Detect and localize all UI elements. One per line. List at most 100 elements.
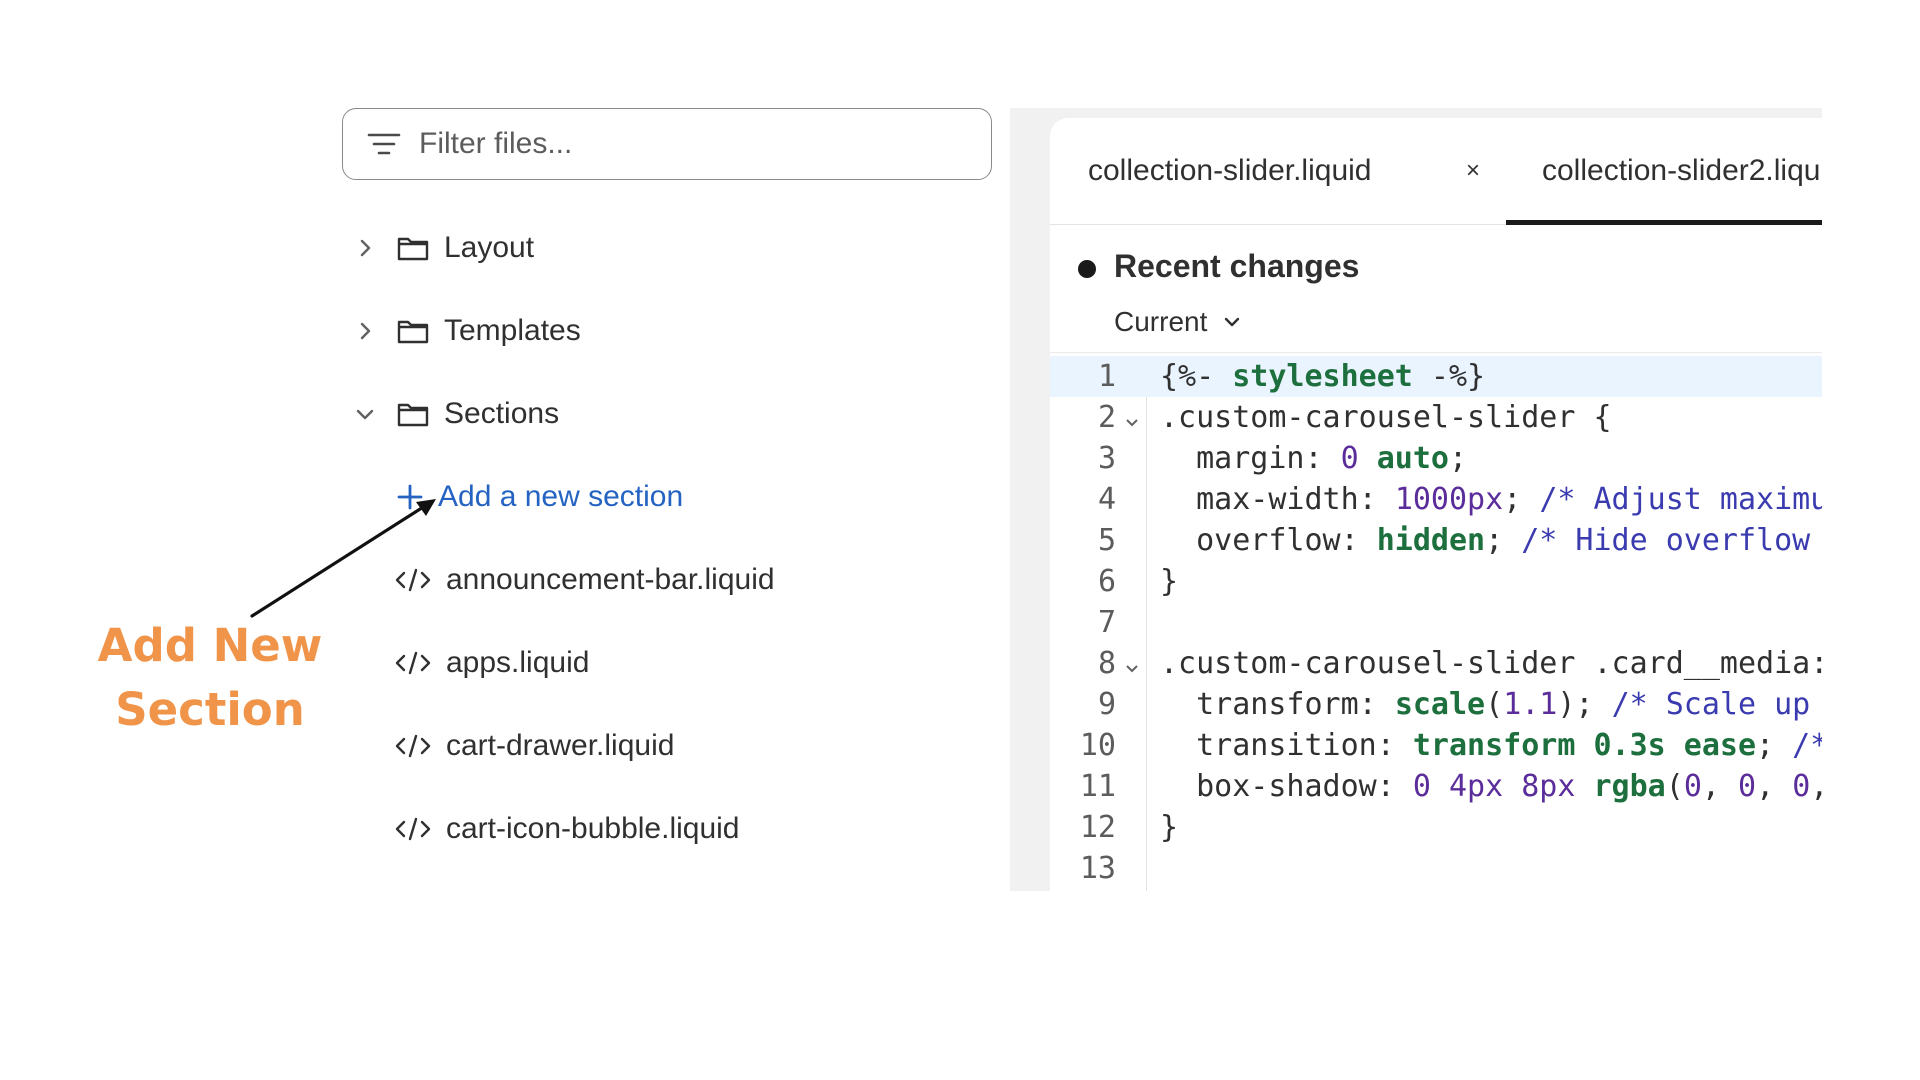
code-token: , — [1756, 769, 1793, 804]
code-token: 1000px — [1394, 482, 1504, 517]
code-text: } — [1160, 807, 1178, 848]
code-token: , — [1810, 769, 1822, 804]
file-item[interactable]: apps.liquid — [394, 633, 589, 693]
code-token: .custom-carousel-slider .card__media: — [1160, 646, 1822, 681]
file-name: cart-drawer.liquid — [446, 729, 675, 762]
code-text: } — [1160, 561, 1178, 602]
code-token: ; — [1503, 482, 1540, 517]
code-token: .custom-carousel-slider { — [1160, 400, 1612, 435]
recent-changes-title: Recent changes — [1114, 248, 1360, 284]
line-number: 12 — [1079, 810, 1116, 845]
code-token: -%} — [1412, 359, 1486, 394]
folder-sections[interactable]: Sections — [352, 384, 559, 444]
folder-label-layout: Layout — [444, 231, 535, 264]
line-number: 11 — [1079, 769, 1116, 804]
folder-icon — [397, 320, 429, 344]
code-token: transform 0.3s ease — [1412, 728, 1757, 763]
code-token: } — [1160, 564, 1179, 599]
file-name: apps.liquid — [446, 646, 590, 679]
code-token: 0 — [1738, 769, 1757, 804]
code-token: /* Adjust maximu — [1539, 482, 1822, 517]
version-dropdown[interactable]: Current — [1114, 306, 1243, 338]
code-token: ); — [1557, 687, 1612, 722]
code-text: box-shadow: 0 4px 8px rgba(0, 0, 0, — [1160, 766, 1822, 807]
line-number: 1 — [1097, 359, 1116, 394]
code-token: 0 — [1683, 769, 1702, 804]
code-token: 1.1 — [1503, 687, 1558, 722]
tab-collection-slider2[interactable]: collection-slider2.liquid — [1542, 118, 1822, 224]
code-line[interactable]: 9 transform: scale(1.1); /* Scale up — [1050, 684, 1822, 725]
folder-label-sections: Sections — [444, 397, 560, 430]
code-line[interactable]: 12} — [1050, 807, 1822, 848]
code-token: 0 4px 8px — [1412, 769, 1594, 804]
code-line[interactable]: 11 box-shadow: 0 4px 8px rgba(0, 0, 0, — [1050, 766, 1822, 807]
code-text: margin: 0 auto; — [1160, 438, 1467, 479]
code-token: auto — [1376, 441, 1449, 476]
code-token: /* — [1792, 728, 1822, 763]
tab-collection-slider[interactable]: collection-slider.liquid — [1088, 118, 1371, 224]
code-file-icon — [395, 651, 431, 675]
code-text: .custom-carousel-slider { — [1160, 397, 1612, 438]
file-item[interactable]: announcement-bar.liquid — [394, 550, 775, 610]
fold-chevron-icon[interactable] — [1124, 413, 1140, 429]
code-line[interactable]: 2 .custom-carousel-slider { — [1050, 397, 1822, 438]
chevron-right-icon — [360, 322, 371, 340]
filter-files-input-wrapper[interactable] — [342, 108, 992, 180]
code-token: max-width: — [1160, 482, 1395, 517]
tab-close-button[interactable]: × — [1466, 118, 1480, 224]
annotation-label: Add New Section — [92, 614, 328, 742]
close-icon: × — [1466, 157, 1481, 184]
chevron-down-icon — [356, 409, 374, 420]
code-token: /* Hide overflow — [1521, 523, 1811, 558]
code-token: stylesheet — [1232, 359, 1413, 394]
code-text: {%- stylesheet -%} — [1160, 356, 1485, 397]
tab-label: collection-slider2.liquid — [1542, 154, 1822, 187]
code-line[interactable]: 5 overflow: hidden; /* Hide overflow — [1050, 520, 1822, 561]
fold-chevron-icon[interactable] — [1124, 659, 1140, 675]
code-line[interactable]: 13 — [1050, 848, 1822, 889]
code-token: ; — [1485, 523, 1522, 558]
line-number: 8 — [1097, 646, 1116, 681]
version-label: Current — [1114, 306, 1208, 337]
file-item[interactable]: cart-icon-bubble.liquid — [394, 799, 740, 859]
code-text: max-width: 1000px; /* Adjust maximu — [1160, 479, 1822, 520]
line-number: 13 — [1079, 851, 1116, 886]
line-number: 10 — [1079, 728, 1116, 763]
code-token: ( — [1485, 687, 1504, 722]
code-token: {%- — [1160, 359, 1233, 394]
code-area[interactable]: 1 {%- stylesheet -%} 2 .custom-carousel-sli… — [1050, 356, 1822, 891]
folder-layout[interactable]: Layout — [352, 218, 534, 278]
code-text: transform: scale(1.1); /* Scale up — [1160, 684, 1810, 725]
annotation-line-2: Section — [115, 683, 305, 736]
code-token: ; — [1756, 728, 1793, 763]
code-line[interactable]: 3 margin: 0 auto; — [1050, 438, 1822, 479]
code-line[interactable]: 7 — [1050, 602, 1822, 643]
chevron-down-icon — [1225, 317, 1240, 327]
filter-files-input[interactable] — [417, 126, 991, 162]
code-line[interactable]: 8 .custom-carousel-slider .card__media: — [1050, 643, 1822, 684]
annotation-arrow — [250, 499, 436, 618]
code-token: margin: — [1160, 441, 1341, 476]
file-item[interactable]: cart-drawer.liquid — [394, 716, 674, 776]
code-file-icon — [395, 734, 431, 758]
file-name: cart-icon-bubble.liquid — [446, 812, 740, 845]
folder-icon — [397, 403, 429, 427]
tab-label: collection-slider.liquid — [1088, 154, 1372, 187]
code-text: .custom-carousel-slider .card__media: — [1160, 643, 1822, 684]
annotation-line-1: Add New — [97, 619, 323, 672]
unsaved-dot-icon — [1078, 260, 1096, 278]
code-text: overflow: hidden; /* Hide overflow — [1160, 520, 1810, 561]
folder-templates[interactable]: Templates — [352, 301, 581, 361]
code-line[interactable]: 1 {%- stylesheet -%} — [1050, 356, 1822, 397]
code-token: box-shadow: — [1160, 769, 1413, 804]
code-line[interactable]: 6} — [1050, 561, 1822, 602]
line-number: 6 — [1097, 564, 1116, 599]
code-token: transition: — [1160, 728, 1413, 763]
code-token: overflow: — [1160, 523, 1377, 558]
code-token: rgba — [1593, 769, 1666, 804]
recent-changes-header: Recent changes Current — [1050, 224, 1822, 353]
code-line[interactable]: 4 max-width: 1000px; /* Adjust maximu — [1050, 479, 1822, 520]
code-token: transform: — [1160, 687, 1395, 722]
code-line[interactable]: 10 transition: transform 0.3s ease; /* — [1050, 725, 1822, 766]
